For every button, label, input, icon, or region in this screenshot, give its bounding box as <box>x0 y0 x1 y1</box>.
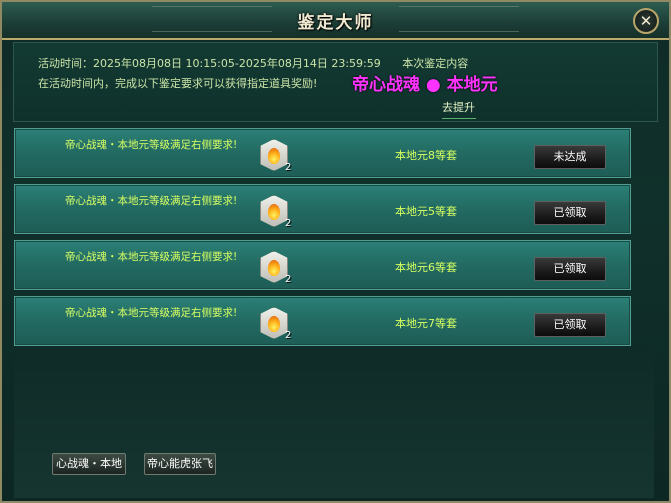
row-requirement: 本地元6等套 <box>395 261 457 274</box>
row-requirement: 本地元5等套 <box>395 205 457 218</box>
flame-item-icon[interactable] <box>260 251 288 283</box>
item-count: 2 <box>285 274 292 285</box>
tab-hero-soul[interactable]: 心战魂・本地 <box>52 453 126 475</box>
row-description: 帝心战魂・本地元等级满足右侧要求! <box>65 251 238 263</box>
event-description: 在活动时间内，完成以下鉴定要求可以获得指定道具奖励! <box>38 77 318 90</box>
flame-icon <box>268 316 280 332</box>
status-button[interactable]: 未达成 <box>534 145 606 169</box>
reward-row: 帝心战魂・本地元等级满足右侧要求! 2 本地元6等套 已领取 <box>14 240 631 290</box>
item-count: 2 <box>285 162 292 173</box>
reward-row: 帝心战魂・本地元等级满足右侧要求! 2 本地元5等套 已领取 <box>14 184 631 234</box>
hero-name: 帝心战魂 ● 本地元 <box>352 75 498 95</box>
flame-icon <box>268 204 280 220</box>
upgrade-link[interactable]: 去提升 <box>442 99 476 119</box>
tab-zhang-fei[interactable]: 帝心能虎张飞 <box>144 453 216 475</box>
event-time-label: 活动时间： <box>38 57 93 70</box>
content-label: 本次鉴定内容 <box>402 57 469 70</box>
row-description: 帝心战魂・本地元等级满足右侧要求! <box>65 307 238 319</box>
item-count: 2 <box>285 218 292 229</box>
row-requirement: 本地元7等套 <box>395 317 457 330</box>
reward-row: 帝心战魂・本地元等级满足右侧要求! 2 本地元8等套 未达成 <box>14 128 631 178</box>
title-bar: 鉴定大师 ✕ <box>2 2 669 40</box>
row-description: 帝心战魂・本地元等级满足右侧要求! <box>65 195 238 207</box>
row-description: 帝心战魂・本地元等级满足右侧要求! <box>65 139 238 151</box>
close-button[interactable]: ✕ <box>633 8 659 34</box>
flame-item-icon[interactable] <box>260 307 288 339</box>
status-button[interactable]: 已领取 <box>534 257 606 281</box>
flame-item-icon[interactable] <box>260 139 288 171</box>
flame-icon <box>268 148 280 164</box>
event-time-line: 活动时间：2025年08月08日 10:15:05-2025年08月14日 23… <box>38 55 468 71</box>
status-button[interactable]: 已领取 <box>534 313 606 337</box>
row-requirement: 本地元8等套 <box>395 149 457 162</box>
bottom-area <box>14 346 654 498</box>
window-title: 鉴定大师 <box>297 13 374 33</box>
reward-row: 帝心战魂・本地元等级满足右侧要求! 2 本地元7等套 已领取 <box>14 296 631 346</box>
status-button[interactable]: 已领取 <box>534 201 606 225</box>
item-count: 2 <box>285 330 292 341</box>
flame-icon <box>268 260 280 276</box>
event-time-range: 2025年08月08日 10:15:05-2025年08月14日 23:59:5… <box>93 57 381 70</box>
flame-item-icon[interactable] <box>260 195 288 227</box>
